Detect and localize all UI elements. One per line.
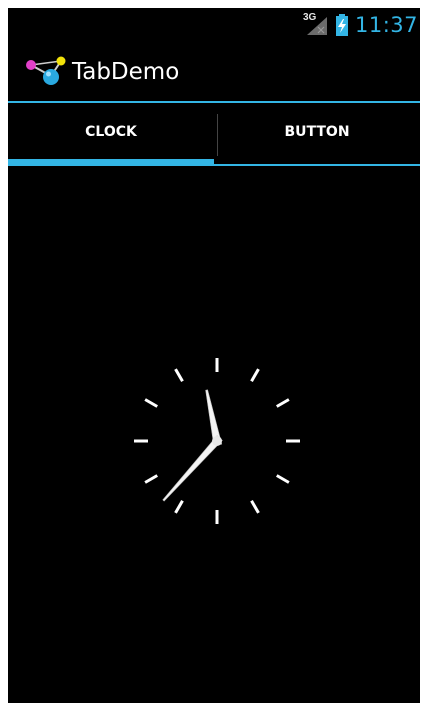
battery-charging-icon xyxy=(335,14,349,36)
clock-tick xyxy=(144,474,158,484)
signal-strength-icon: 3G xyxy=(302,12,329,36)
app-title: TabDemo xyxy=(72,59,180,85)
clock-tick xyxy=(174,500,184,514)
status-time: 11:37 xyxy=(354,13,418,37)
clock-tick xyxy=(276,398,290,408)
status-icons: 3G 11:37 xyxy=(303,11,418,39)
clock-tick xyxy=(174,368,184,382)
network-type-label: 3G xyxy=(302,12,317,23)
tab-button[interactable]: BUTTON xyxy=(214,103,420,166)
clock-center xyxy=(212,436,222,446)
action-bar: TabDemo xyxy=(8,41,420,103)
tab-clock-label: CLOCK xyxy=(85,123,137,140)
clock-tick xyxy=(144,398,158,408)
device-screen: 3G 11:37 TabDemo CLOCK BUTTON xyxy=(8,8,420,703)
analog-clock xyxy=(134,358,300,524)
clock-tick xyxy=(250,500,260,514)
status-bar: 3G 11:37 xyxy=(8,8,420,41)
minute-hand xyxy=(162,435,223,502)
molecule-app-icon[interactable] xyxy=(24,55,68,89)
tab-divider xyxy=(217,114,218,156)
clock-tick xyxy=(250,368,260,382)
tab-clock[interactable]: CLOCK xyxy=(8,103,214,166)
tab-content xyxy=(8,166,420,703)
clock-tick xyxy=(276,474,290,484)
tab-bar: CLOCK BUTTON xyxy=(8,103,420,166)
tab-button-label: BUTTON xyxy=(284,123,350,140)
